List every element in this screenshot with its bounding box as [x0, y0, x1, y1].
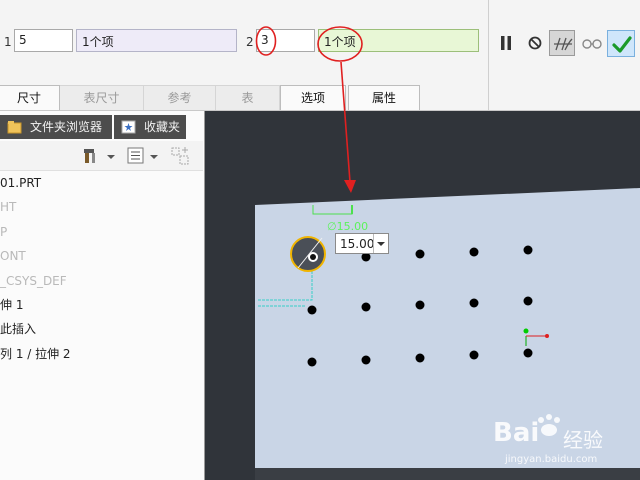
diameter-value-box[interactable]: 15.00	[335, 233, 389, 254]
annotation-circle-collector	[317, 26, 363, 62]
diameter-dropdown[interactable]	[373, 234, 388, 253]
pattern-point[interactable]	[469, 298, 479, 308]
model-graphics	[255, 26, 640, 480]
pattern-point[interactable]	[415, 249, 425, 259]
diameter-value: 15.00	[340, 237, 375, 251]
annotation-arrow	[340, 61, 351, 183]
watermark: Bai 经验 jingyan.baidu.com	[493, 412, 633, 472]
pattern-point[interactable]	[307, 305, 317, 315]
hole-center-dot	[310, 254, 316, 260]
watermark-cn: 经验	[563, 428, 603, 452]
pattern-point[interactable]	[415, 353, 425, 363]
pattern-point[interactable]	[469, 350, 479, 360]
pattern-point[interactable]	[361, 302, 371, 312]
lead-hole[interactable]	[290, 236, 326, 272]
pattern-point[interactable]	[523, 245, 533, 255]
pattern-point[interactable]	[415, 300, 425, 310]
pattern-point[interactable]	[361, 355, 371, 365]
watermark-url: jingyan.baidu.com	[505, 454, 598, 465]
diameter-dimension-label: ∅15.00	[327, 220, 369, 233]
pattern-point[interactable]	[469, 247, 479, 257]
pattern-point[interactable]	[307, 357, 317, 367]
watermark-brand: Bai	[493, 418, 540, 448]
pattern-point[interactable]	[523, 348, 533, 358]
annotation-arrow-head	[344, 180, 356, 193]
chevron-down-icon	[377, 242, 385, 246]
annotation-circle-count	[255, 26, 277, 56]
pattern-point[interactable]	[523, 296, 533, 306]
